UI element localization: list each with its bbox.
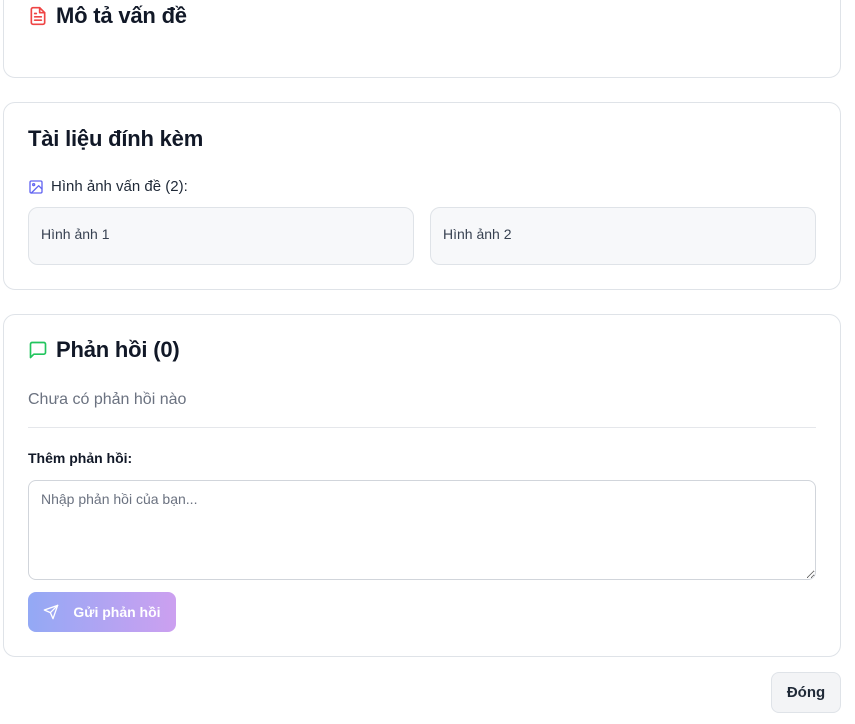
reply-title: Phản hồi (0)	[28, 337, 180, 363]
description-title-text: Mô tả vấn đề	[56, 3, 187, 28]
send-reply-label: Gửi phản hồi	[73, 604, 161, 620]
document-icon	[28, 6, 48, 26]
send-reply-button[interactable]: Gửi phản hồi	[28, 592, 176, 632]
reply-input[interactable]	[28, 480, 816, 580]
close-button[interactable]: Đóng	[771, 672, 841, 713]
image-tile-1[interactable]: Hình ảnh 1	[28, 207, 414, 265]
attachments-title: Tài liệu đính kèm	[28, 126, 204, 151]
images-label-text: Hình ảnh vấn đề (2):	[51, 178, 188, 195]
description-card: Mô tả vấn đề	[3, 0, 841, 78]
image-icon	[28, 179, 44, 195]
description-title: Mô tả vấn đề	[28, 3, 187, 29]
empty-replies-text: Chưa có phản hồi nào	[28, 391, 187, 408]
add-reply-label: Thêm phản hồi:	[28, 450, 133, 466]
image-tile-label: Hình ảnh 1	[41, 226, 110, 242]
images-label: Hình ảnh vấn đề (2):	[28, 178, 188, 195]
reply-card: Phản hồi (0) Chưa có phản hồi nào Thêm p…	[3, 314, 841, 657]
reply-title-text: Phản hồi (0)	[56, 337, 180, 362]
image-tile-label: Hình ảnh 2	[443, 226, 512, 242]
send-icon	[43, 604, 59, 620]
divider	[28, 427, 816, 428]
image-tile-2[interactable]: Hình ảnh 2	[430, 207, 816, 265]
attachments-card: Tài liệu đính kèm Hình ảnh vấn đề (2): H…	[3, 102, 841, 290]
message-icon	[28, 340, 48, 360]
